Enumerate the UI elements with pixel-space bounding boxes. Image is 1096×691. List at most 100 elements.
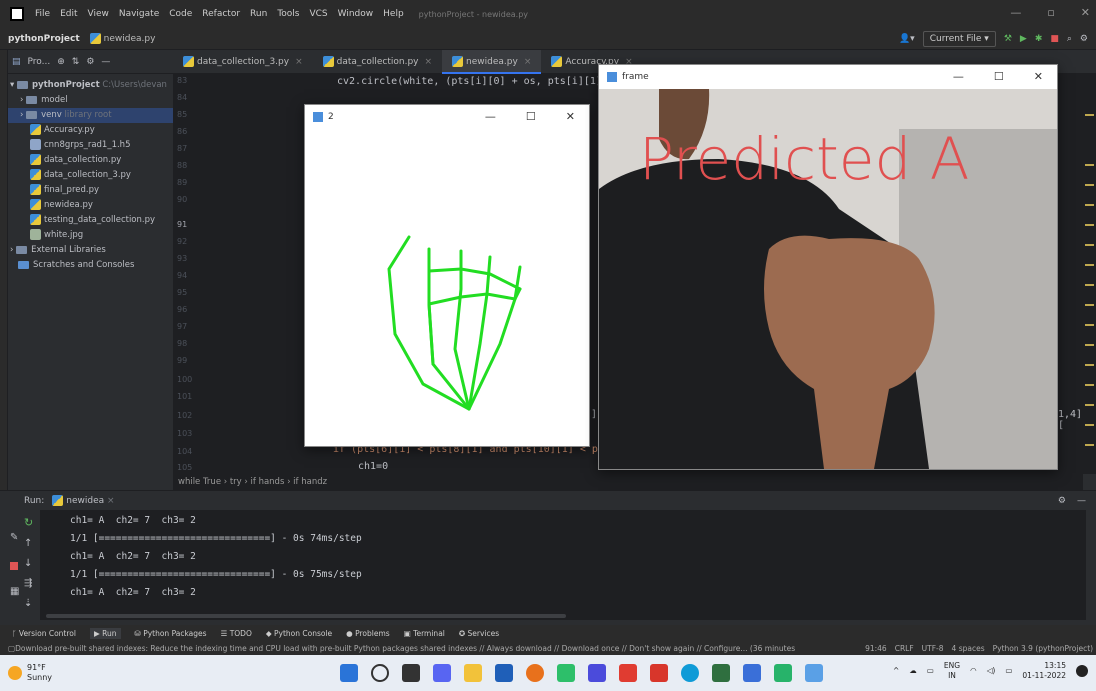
close-icon[interactable]: ✕: [566, 110, 575, 123]
tree-item-file[interactable]: newidea.py: [8, 198, 173, 213]
debug-icon[interactable]: ✱: [1035, 34, 1043, 44]
file-explorer-icon[interactable]: [464, 664, 482, 682]
search-icon[interactable]: ⌕: [1067, 34, 1072, 44]
app-icon[interactable]: [712, 664, 730, 682]
tool-terminal[interactable]: ▣ Terminal: [404, 629, 445, 638]
menu-window[interactable]: Window: [333, 9, 379, 19]
app-icon[interactable]: [650, 664, 668, 682]
notifications-icon[interactable]: [1076, 665, 1088, 677]
python-interpreter[interactable]: Python 3.9 (pythonProject): [993, 644, 1093, 653]
tree-item-file[interactable]: final_pred.py: [8, 183, 173, 198]
tool-run[interactable]: ▶ Run: [89, 627, 121, 639]
python-icon[interactable]: [805, 664, 823, 682]
tree-item-external-libraries[interactable]: › External Libraries: [8, 243, 173, 258]
app-icon[interactable]: [588, 664, 606, 682]
rerun-icon[interactable]: ↻: [24, 516, 33, 529]
chevron-up-icon[interactable]: ^: [893, 666, 899, 676]
maximize-icon[interactable]: ☐: [526, 110, 536, 123]
minimize-icon[interactable]: —: [953, 70, 964, 83]
build-icon[interactable]: ⚒: [1004, 34, 1012, 44]
scroll-to-end-icon[interactable]: ⇣: [24, 598, 32, 609]
wrench-icon[interactable]: ✎: [10, 532, 18, 543]
language-indicator[interactable]: ENG IN: [944, 661, 960, 681]
cloud-icon[interactable]: ☁: [909, 666, 917, 676]
tool-todo[interactable]: ☰ TODO: [221, 629, 252, 638]
maximize-icon[interactable]: ▫: [1047, 6, 1054, 19]
volume-icon[interactable]: ◁): [987, 666, 996, 676]
chat-icon[interactable]: [433, 664, 451, 682]
task-view-icon[interactable]: [402, 664, 420, 682]
tree-item-file[interactable]: data_collection.py: [8, 153, 173, 168]
weather-widget[interactable]: 91°F Sunny: [8, 663, 52, 683]
file-encoding[interactable]: UTF-8: [922, 644, 944, 653]
mail-icon[interactable]: [495, 664, 513, 682]
tree-item-file[interactable]: Accuracy.py: [8, 123, 173, 138]
close-tab-icon[interactable]: ×: [107, 496, 115, 506]
tool-python-packages[interactable]: ⛁ Python Packages: [135, 629, 207, 638]
scroll-down-icon[interactable]: ↓: [24, 558, 32, 569]
tab-data-collection[interactable]: data_collection.py ×: [313, 50, 442, 74]
edge-icon[interactable]: [681, 664, 699, 682]
project-view-icon[interactable]: ▤: [12, 57, 21, 67]
collapse-icon[interactable]: ⇅: [72, 57, 80, 67]
battery-icon[interactable]: ▭: [1005, 666, 1012, 676]
stop-icon[interactable]: ■: [1050, 34, 1059, 44]
close-tab-icon[interactable]: ×: [425, 57, 433, 67]
tree-item-file[interactable]: cnn8grps_rad1_1.h5: [8, 138, 173, 153]
tool-services[interactable]: ✪ Services: [459, 629, 499, 638]
office-icon[interactable]: [619, 664, 637, 682]
tool-problems[interactable]: ● Problems: [346, 629, 390, 638]
menu-refactor[interactable]: Refactor: [197, 9, 245, 19]
wifi-icon[interactable]: ◠: [970, 666, 977, 676]
caret-position[interactable]: 91:46: [865, 644, 887, 653]
editor-scrollbar[interactable]: [1083, 74, 1096, 474]
code-breadcrumbs[interactable]: while True › try › if hands › if handz: [173, 474, 1083, 490]
run-config-select[interactable]: Current File ▾: [922, 31, 996, 47]
hide-icon[interactable]: —: [101, 57, 110, 67]
run-config-tab[interactable]: newidea ×: [52, 495, 115, 506]
maximize-icon[interactable]: ☐: [994, 70, 1004, 83]
menu-vcs[interactable]: VCS: [304, 9, 332, 19]
soft-wrap-icon[interactable]: ⇶: [24, 578, 32, 589]
tree-item-file[interactable]: testing_data_collection.py: [8, 213, 173, 228]
nav-file[interactable]: newidea.py: [89, 33, 155, 44]
tool-python-console[interactable]: ◆ Python Console: [266, 629, 332, 638]
scroll-up-icon[interactable]: ↑: [24, 538, 32, 549]
line-separator[interactable]: CRLF: [895, 644, 914, 653]
indent-setting[interactable]: 4 spaces: [952, 644, 985, 653]
menu-run[interactable]: Run: [245, 9, 272, 19]
tree-item-scratches[interactable]: Scratches and Consoles: [8, 258, 173, 273]
firefox-icon[interactable]: [526, 664, 544, 682]
gear-icon[interactable]: ⚙: [1080, 34, 1088, 44]
hide-icon[interactable]: —: [1077, 496, 1086, 506]
stop-icon[interactable]: [10, 562, 18, 570]
run-console[interactable]: ch1= A ch2= 7 ch3= 2 1/1 [==============…: [40, 510, 1086, 620]
menu-edit[interactable]: Edit: [55, 9, 82, 19]
print-icon[interactable]: ▦: [10, 586, 19, 597]
pycharm-icon[interactable]: [557, 664, 575, 682]
tree-item-file[interactable]: white.jpg: [8, 228, 173, 243]
minimize-icon[interactable]: —: [485, 110, 496, 123]
nav-project[interactable]: pythonProject: [0, 34, 80, 44]
close-icon[interactable]: ✕: [1034, 70, 1043, 83]
skeleton-window-titlebar[interactable]: 2 — ☐ ✕: [305, 105, 589, 129]
menu-navigate[interactable]: Navigate: [114, 9, 164, 19]
close-tab-icon[interactable]: ×: [295, 57, 303, 67]
keyboard-icon[interactable]: ▭: [927, 666, 934, 676]
close-tab-icon[interactable]: ×: [524, 57, 532, 67]
pycharm-icon[interactable]: [774, 664, 792, 682]
minimize-icon[interactable]: —: [1010, 6, 1021, 19]
frame-window-titlebar[interactable]: frame — ☐ ✕: [599, 65, 1057, 89]
tab-newidea[interactable]: newidea.py ×: [442, 49, 542, 74]
tree-item-model[interactable]: › model: [8, 93, 173, 108]
tree-root[interactable]: ▾ pythonProject C:\Users\devan: [8, 78, 173, 93]
console-hscroll[interactable]: [40, 614, 1086, 620]
close-icon[interactable]: ✕: [1081, 6, 1090, 19]
start-icon[interactable]: [340, 664, 358, 682]
menu-tools[interactable]: Tools: [272, 9, 304, 19]
run-icon[interactable]: ▶: [1020, 34, 1027, 44]
tab-data-collection-3[interactable]: data_collection_3.py ×: [173, 50, 313, 74]
project-panel-title[interactable]: Pro...: [28, 57, 51, 67]
tree-item-venv[interactable]: › venv library root: [8, 108, 173, 123]
options-icon[interactable]: ⚙: [86, 57, 94, 67]
